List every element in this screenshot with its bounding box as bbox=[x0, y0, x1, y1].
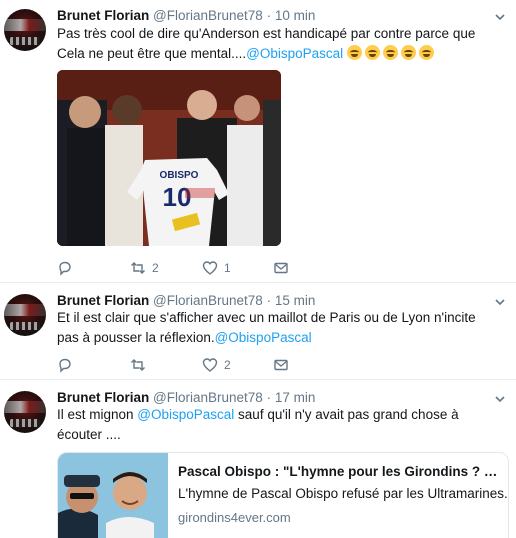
separator-dot: · bbox=[266, 8, 272, 23]
tweet-actions: 2 bbox=[57, 356, 297, 374]
avatar[interactable] bbox=[4, 391, 46, 433]
tweet-2[interactable]: Brunet Florian @FlorianBrunet78 · 15 min… bbox=[0, 283, 516, 380]
laughing-emoji-icon bbox=[346, 45, 362, 60]
reply-button[interactable] bbox=[57, 356, 79, 374]
card-domain: girondins4ever.com bbox=[178, 510, 291, 525]
chevron-down-icon[interactable] bbox=[494, 393, 506, 405]
jersey-name: OBISPO bbox=[160, 170, 199, 181]
photo-illustration: OBISPO 10 bbox=[57, 70, 281, 246]
card-body: Pascal Obispo : "L'hymne pour les Girond… bbox=[178, 462, 508, 528]
user-name[interactable]: Brunet Florian bbox=[57, 8, 149, 23]
user-handle[interactable]: @FlorianBrunet78 bbox=[153, 293, 263, 308]
tweet-header: Brunet Florian @FlorianBrunet78 · 17 min bbox=[57, 390, 315, 405]
user-handle[interactable]: @FlorianBrunet78 bbox=[153, 390, 263, 405]
avatar[interactable] bbox=[4, 9, 46, 51]
card-title[interactable]: Pascal Obispo : "L'hymne pour les Girond… bbox=[178, 462, 500, 482]
like-icon bbox=[202, 261, 218, 275]
retweet-icon bbox=[131, 262, 145, 274]
tweet-actions: 2 1 bbox=[57, 259, 297, 277]
retweet-count: 2 bbox=[152, 261, 159, 275]
link-card[interactable]: Pascal Obispo : "L'hymne pour les Girond… bbox=[57, 452, 509, 538]
separator-dot: · bbox=[266, 390, 272, 405]
like-count: 1 bbox=[224, 261, 231, 275]
like-button[interactable]: 2 bbox=[202, 356, 231, 374]
like-icon bbox=[202, 358, 218, 372]
reply-icon bbox=[59, 261, 71, 276]
card-description: L'hymne de Pascal Obispo refusé par les … bbox=[178, 486, 508, 501]
direct-message-button[interactable] bbox=[273, 356, 295, 374]
reply-icon bbox=[59, 358, 71, 373]
tweet-1[interactable]: Brunet Florian @FlorianBrunet78 · 10 min… bbox=[0, 0, 516, 283]
reply-button[interactable] bbox=[57, 259, 79, 277]
laughing-emoji-icon bbox=[382, 45, 398, 60]
mention-link[interactable]: @ObispoPascal bbox=[137, 407, 234, 422]
tweet-header: Brunet Florian @FlorianBrunet78 · 10 min bbox=[57, 8, 315, 23]
mention-link[interactable]: @ObispoPascal bbox=[215, 330, 312, 345]
user-name[interactable]: Brunet Florian bbox=[57, 293, 149, 308]
laughing-emoji-icon bbox=[418, 45, 434, 60]
emoji-group bbox=[346, 45, 437, 61]
avatar[interactable] bbox=[4, 294, 46, 336]
like-button[interactable]: 1 bbox=[202, 259, 231, 277]
tweet-text: Et il est clair que s'afficher avec un m… bbox=[57, 308, 497, 348]
tweet-photo[interactable]: OBISPO 10 bbox=[57, 70, 281, 246]
retweet-icon bbox=[131, 359, 145, 371]
mention-link[interactable]: @ObispoPascal bbox=[246, 46, 343, 61]
retweet-button[interactable] bbox=[130, 356, 152, 374]
chevron-down-icon[interactable] bbox=[494, 11, 506, 23]
timestamp[interactable]: 17 min bbox=[275, 390, 316, 405]
card-photo-illustration bbox=[58, 453, 168, 538]
direct-message-button[interactable] bbox=[273, 259, 295, 277]
timestamp[interactable]: 10 min bbox=[275, 8, 316, 23]
card-thumbnail bbox=[58, 453, 168, 538]
tweet-text: Pas très cool de dire qu'Anderson est ha… bbox=[57, 24, 497, 64]
tweet-header: Brunet Florian @FlorianBrunet78 · 15 min bbox=[57, 293, 315, 308]
tweet-text: Il est mignon @ObispoPascal sauf qu'il n… bbox=[57, 405, 497, 445]
separator-dot: · bbox=[266, 293, 272, 308]
direct-message-icon bbox=[274, 359, 288, 371]
user-name[interactable]: Brunet Florian bbox=[57, 390, 149, 405]
tweet-text-body: Il est mignon bbox=[57, 407, 138, 422]
chevron-down-icon[interactable] bbox=[494, 296, 506, 308]
timestamp[interactable]: 15 min bbox=[275, 293, 316, 308]
laughing-emoji-icon bbox=[364, 45, 380, 60]
user-handle[interactable]: @FlorianBrunet78 bbox=[153, 8, 263, 23]
direct-message-icon bbox=[274, 262, 288, 274]
retweet-button[interactable]: 2 bbox=[130, 259, 159, 277]
like-count: 2 bbox=[224, 358, 231, 372]
laughing-emoji-icon bbox=[400, 45, 416, 60]
